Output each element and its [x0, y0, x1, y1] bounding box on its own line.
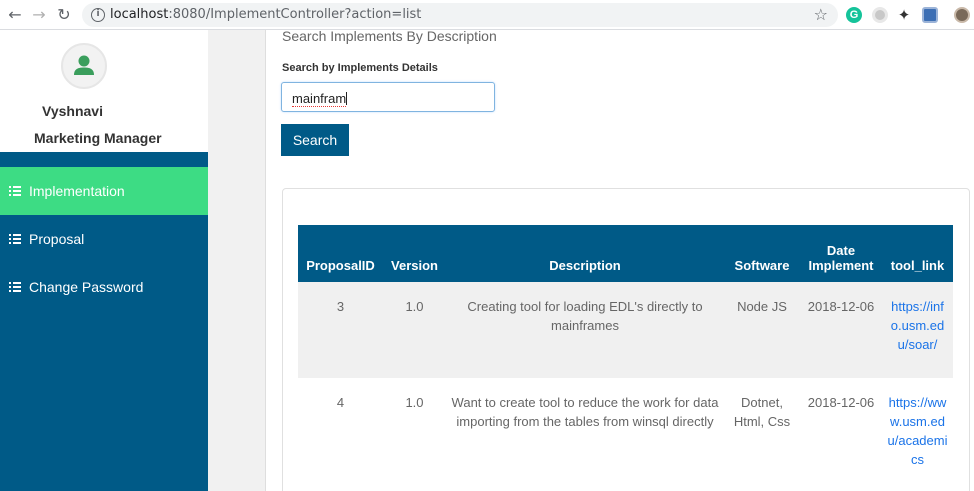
sidebar-item-change-password[interactable]: Change Password: [0, 263, 208, 311]
header-proposal-id: ProposalID: [298, 225, 383, 282]
star-icon[interactable]: ☆: [814, 5, 828, 24]
browser-toolbar: ← → ↻ i localhost:8080/ImplementControll…: [0, 0, 974, 30]
search-input[interactable]: mainfram: [281, 82, 495, 112]
reload-icon[interactable]: ↻: [54, 5, 74, 25]
content-gutter: [208, 30, 266, 491]
url-path: :8080/ImplementController?action=list: [168, 7, 422, 22]
extension-shield-icon[interactable]: [922, 7, 938, 23]
list-icon: [9, 185, 21, 197]
extension-circle-icon[interactable]: [872, 7, 888, 23]
sidebar-item-implementation[interactable]: Implementation: [0, 167, 208, 215]
back-arrow-icon[interactable]: ←: [5, 5, 25, 25]
page-title: Search Implements By Description: [282, 28, 497, 44]
profile-avatar-icon[interactable]: [954, 7, 970, 23]
cell-tool-link: https://info.usm.edu/soar/: [882, 282, 953, 378]
table-header-row: ProposalID Version Description Software …: [298, 225, 953, 282]
search-label: Search by Implements Details: [282, 62, 438, 74]
header-software: Software: [724, 225, 800, 282]
info-icon[interactable]: i: [91, 8, 105, 22]
sidebar: Vyshnavi Marketing Manager Implementatio…: [0, 30, 208, 491]
user-name: Vyshnavi: [42, 103, 103, 119]
tool-link[interactable]: https://info.usm.edu/soar/: [891, 299, 944, 352]
sidebar-item-label: Implementation: [29, 183, 125, 199]
tool-link[interactable]: https://www.usm.edu/academics: [888, 395, 948, 467]
grammarly-extension-icon[interactable]: G: [846, 7, 862, 23]
cell-software: Dotnet, Html, Css: [724, 378, 800, 475]
cell-date: 2018-12-06: [800, 378, 882, 475]
cell-description: Creating tool for loading EDL's directly…: [446, 282, 724, 378]
forward-arrow-icon[interactable]: →: [29, 5, 49, 25]
avatar: [61, 43, 107, 89]
cell-date: 2018-12-06: [800, 282, 882, 378]
list-icon: [9, 281, 21, 293]
table-row: 4 1.0 Want to create tool to reduce the …: [298, 378, 953, 475]
cell-version: 1.0: [383, 282, 446, 378]
search-button[interactable]: Search: [281, 124, 349, 156]
cell-version: 1.0: [383, 378, 446, 475]
list-icon: [9, 233, 21, 245]
address-bar[interactable]: i localhost:8080/ImplementController?act…: [82, 3, 838, 27]
cell-description: Want to create tool to reduce the work f…: [446, 378, 724, 475]
url-text[interactable]: localhost:8080/ImplementController?actio…: [110, 7, 421, 22]
url-host: localhost: [110, 7, 169, 22]
table-row: 3 1.0 Creating tool for loading EDL's di…: [298, 282, 953, 378]
extension-pin-icon[interactable]: ✦: [896, 7, 912, 23]
results-card: ProposalID Version Description Software …: [282, 188, 970, 491]
header-description: Description: [446, 225, 724, 282]
header-version: Version: [383, 225, 446, 282]
search-input-value: mainfram: [292, 91, 347, 107]
cell-tool-link: https://www.usm.edu/academics: [882, 378, 953, 475]
sidebar-item-label: Change Password: [29, 279, 144, 295]
main-content: Search Implements By Description Search …: [266, 28, 974, 491]
header-tool-link: tool_link: [882, 225, 953, 282]
cell-proposal-id: 4: [298, 378, 383, 475]
sidebar-item-proposal[interactable]: Proposal: [0, 215, 208, 263]
user-profile: Vyshnavi Marketing Manager: [0, 30, 208, 152]
user-icon: [74, 55, 94, 75]
user-role: Marketing Manager: [34, 130, 162, 146]
cell-software: Node JS: [724, 282, 800, 378]
results-table: ProposalID Version Description Software …: [298, 225, 953, 475]
sidebar-item-label: Proposal: [29, 231, 85, 247]
header-date-implement: Date Implement: [800, 225, 882, 282]
cell-proposal-id: 3: [298, 282, 383, 378]
